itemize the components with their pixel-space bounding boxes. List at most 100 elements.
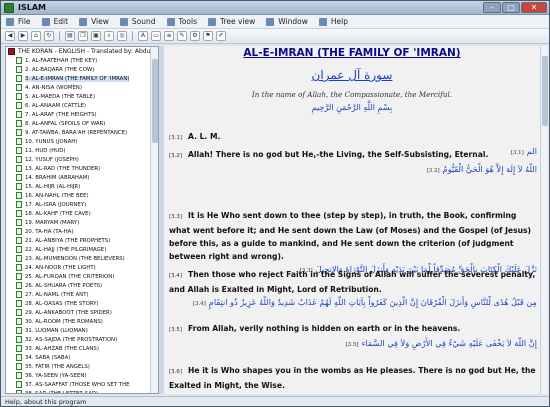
sura-item[interactable]: 5. AL-MAEDA (THE TABLE)	[6, 92, 158, 101]
close-button[interactable]: ✕	[521, 2, 547, 13]
menu-item-file[interactable]: File	[1, 16, 37, 28]
sura-item[interactable]: 33. AL-AHZAB (THE CLANS)	[6, 344, 158, 353]
sura-item[interactable]: 22. AL-HAJJ (THE PILGRIMAGE)	[6, 245, 158, 254]
sura-item[interactable]: 18. AL-KAHF (THE CAVE)	[6, 209, 158, 218]
menu-item-label: Window	[278, 17, 308, 26]
sura-label: 11. HUD (HUD)	[25, 147, 66, 154]
menu-item-help[interactable]: Help	[314, 16, 354, 28]
sura-item[interactable]: 20. TA-HA (TA-HA)	[6, 227, 158, 236]
sura-item[interactable]: 36. YA-SEEN (YA-SEEN)	[6, 371, 158, 380]
sura-item[interactable]: 27. AL-NAML (THE ANT)	[6, 290, 158, 299]
menu-item-tools[interactable]: Tools	[162, 16, 203, 28]
sura-label: 3. AL-E-IMRAN (THE FAMILY OF 'IMRAN)	[25, 75, 130, 82]
sound-icon	[119, 17, 128, 26]
sura-item[interactable]: 31. LUQMAN (LUQMAN)	[6, 326, 158, 335]
page-icon	[16, 84, 22, 91]
content-scrollbar[interactable]	[540, 46, 548, 394]
sura-item[interactable]: 37. AS-SAAFFAT (THOSE WHO SET THE	[6, 380, 158, 389]
sura-label: 5. AL-MAEDA (THE TABLE)	[25, 93, 95, 100]
sura-label: 19. MARYAM (MARY)	[25, 219, 80, 226]
page-icon[interactable]: ▭	[151, 31, 161, 41]
sura-label: 15. AL-HIJR (AL-HIJR)	[25, 183, 81, 190]
home-icon[interactable]: ⌂	[31, 31, 41, 41]
page-icon	[16, 228, 22, 235]
menu-item-view[interactable]: View	[74, 16, 115, 28]
sura-item[interactable]: 2. AL-BAQARA (THE COW)	[6, 65, 158, 74]
tree-scrollbar[interactable]	[150, 47, 158, 393]
font-icon[interactable]: A	[138, 31, 148, 41]
sura-item[interactable]: 17. AL-ISRA (JOURNEY)	[6, 200, 158, 209]
note-icon[interactable]: ✎	[177, 31, 187, 41]
list-icon[interactable]: ≡	[164, 31, 174, 41]
maximize-button[interactable]: □	[502, 2, 520, 13]
scroll-thumb[interactable]	[542, 56, 548, 126]
verse-number: [3.4]	[169, 273, 183, 279]
arabic-title: سورة آل عمران	[311, 68, 393, 82]
find-icon[interactable]: ◎	[117, 31, 127, 41]
sura-item[interactable]: 8. AL-ANFAL (SPOILS OF WAR)	[6, 119, 158, 128]
verse-text: From Allah, verily nothing is hidden on …	[188, 324, 461, 333]
menu-item-edit[interactable]: Edit	[37, 16, 75, 28]
sura-item[interactable]: 4. AN-NISA (WOMEN)	[6, 83, 158, 92]
file-icon	[6, 17, 14, 26]
tree-root[interactable]: THE KORAN - ENGLISH - Translated by: Abd…	[6, 47, 158, 56]
sura-item[interactable]: 3. AL-E-IMRAN (THE FAMILY OF 'IMRAN)	[6, 74, 158, 83]
app-window: ISLAM – □ ✕ File Edit View Sound Tools Tree v…	[0, 0, 550, 407]
sura-item[interactable]: 24. AN-NOOR (THE LIGHT)	[6, 263, 158, 272]
sura-label: 33. AL-AHZAB (THE CLANS)	[25, 345, 99, 352]
sura-item[interactable]: 25. AL-FURQAN (THE CRITERION)	[6, 272, 158, 281]
sura-item[interactable]: 30. AL-ROOM (THE ROMANS)	[6, 317, 158, 326]
bookmark-icon[interactable]: ⚑	[203, 31, 213, 41]
sura-item[interactable]: 10. YUNUS (JONAH)	[6, 137, 158, 146]
search-icon[interactable]: ⌕	[104, 31, 114, 41]
forward-icon[interactable]: ▶	[18, 31, 28, 41]
sura-item[interactable]: 35. FATIR (THE ANGELS)	[6, 362, 158, 371]
copy-icon[interactable]: ❐	[78, 31, 88, 41]
sura-item[interactable]: 9. AT-TAWBA, BARA'AH (REPENTANCE)	[6, 128, 158, 137]
sura-item[interactable]: 11. HUD (HUD)	[6, 146, 158, 155]
refresh-icon[interactable]: ↻	[44, 31, 54, 41]
menu-item-label: File	[18, 17, 31, 26]
page-icon	[16, 147, 22, 154]
edit-icon[interactable]: ✐	[216, 31, 226, 41]
verse-english: [3.1] A. L. M.	[169, 130, 537, 145]
menu-item-sound[interactable]: Sound	[115, 16, 162, 28]
scroll-thumb[interactable]	[152, 59, 158, 143]
page-icon	[16, 318, 22, 325]
sura-item[interactable]: 15. AL-HIJR (AL-HIJR)	[6, 182, 158, 191]
page-icon	[16, 354, 22, 361]
sura-item[interactable]: 1. AL-FAATEHAH (THE KEY)	[6, 56, 158, 65]
title-bar[interactable]: ISLAM – □ ✕	[1, 1, 549, 15]
verse-block: [3.3] It is He Who sent down to thee (ste…	[169, 209, 537, 277]
sura-item[interactable]: 29. AL-ANKABOOT (THE SPIDER)	[6, 308, 158, 317]
back-icon[interactable]: ◀	[5, 31, 15, 41]
verse-english: [3.3] It is He Who sent down to thee (ste…	[169, 209, 537, 263]
print-icon[interactable]: ▤	[65, 31, 75, 41]
page-icon	[16, 237, 22, 244]
sura-item[interactable]: 14. BRAHIM (ABRAHAM)	[6, 173, 158, 182]
sura-item[interactable]: 6. AL-ANAAM (CATTLE)	[6, 101, 158, 110]
options-icon[interactable]: ⚙	[190, 31, 200, 41]
sura-item[interactable]: 13. AL-RAD (THE THUNDER)	[6, 164, 158, 173]
sura-label: 13. AL-RAD (THE THUNDER)	[25, 165, 101, 172]
sura-item[interactable]: 26. AL-SHUARA (THE POETS)	[6, 281, 158, 290]
view-icon	[79, 17, 88, 26]
sura-item[interactable]: 19. MARYAM (MARY)	[6, 218, 158, 227]
sura-item[interactable]: 7. AL-ARAF (THE HEIGHTS)	[6, 110, 158, 119]
minimize-button[interactable]: –	[483, 2, 501, 13]
sura-item[interactable]: 28. AL-QASAS (THE STORY)	[6, 299, 158, 308]
menu-item-window[interactable]: Window	[261, 16, 314, 28]
sura-item[interactable]: 16. AN-NAHL (THE BEE)	[6, 191, 158, 200]
menu-item-tree-view[interactable]: Tree view	[203, 16, 261, 28]
sura-label: 21. AL-ANBIYA (THE PROPHETS)	[25, 237, 111, 244]
paste-icon[interactable]: ▣	[91, 31, 101, 41]
sura-item[interactable]: 23. AL-MUMENOON (THE BELIEVERS)	[6, 254, 158, 263]
sura-label: 29. AL-ANKABOOT (THE SPIDER)	[25, 309, 112, 316]
sura-item[interactable]: 38. SAD (THE LETTER SAD)	[6, 389, 158, 393]
menu-item-label: View	[91, 17, 109, 26]
sura-item[interactable]: 21. AL-ANBIYA (THE PROPHETS)	[6, 236, 158, 245]
sura-item[interactable]: 12. YUSUF (JOSEPH)	[6, 155, 158, 164]
sura-item[interactable]: 34. SABA (SABA)	[6, 353, 158, 362]
page-icon	[16, 363, 22, 370]
sura-item[interactable]: 32. AS-SAJDA (THE PROSTRATION)	[6, 335, 158, 344]
